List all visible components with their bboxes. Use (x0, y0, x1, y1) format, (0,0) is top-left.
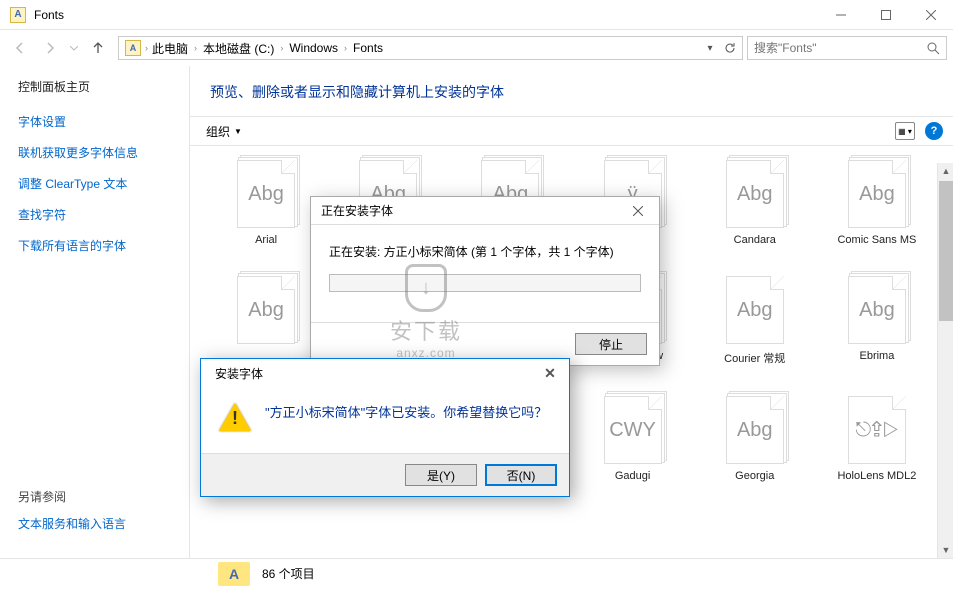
organize-button[interactable]: 组织 ▼ (200, 121, 248, 142)
close-button[interactable] (908, 0, 953, 30)
refresh-button[interactable] (720, 37, 740, 59)
warning-icon: ! (219, 403, 251, 433)
progress-bar (329, 274, 641, 292)
navigation-bar: A › 此电脑 › 本地磁盘 (C:) › Windows › Fonts ▾ (0, 30, 953, 66)
maximize-button[interactable] (863, 0, 908, 30)
font-name-label: Arial (255, 234, 277, 246)
chevron-down-icon: ▼ (234, 127, 242, 136)
sidebar-link-online[interactable]: 联机获取更多字体信息 (18, 144, 171, 161)
font-preview-icon: Abg (848, 160, 906, 228)
address-bar[interactable]: A › 此电脑 › 本地磁盘 (C:) › Windows › Fonts ▾ (118, 36, 743, 60)
status-bar: A 86 个项目 (0, 558, 953, 588)
breadcrumb-item[interactable]: 本地磁盘 (C:) (199, 38, 278, 59)
font-preview-icon: Abg (237, 276, 295, 344)
search-input[interactable] (754, 41, 927, 55)
font-preview-icon: Abg (726, 396, 784, 464)
font-item[interactable]: Abg Ebrima (821, 276, 933, 382)
scroll-up-button[interactable]: ▲ (938, 163, 953, 179)
font-item[interactable]: Abg Comic Sans MS (821, 160, 933, 262)
toolbar: 组织 ▼ ▦ ▾ ? (190, 116, 953, 146)
font-item[interactable]: Abg Candara (699, 160, 811, 262)
font-item[interactable]: Abg Courier 常规 (699, 276, 811, 382)
folder-icon: A (218, 562, 250, 586)
confirm-message: "方正小标宋简体"字体已安装。你希望替换它吗？ (265, 403, 547, 433)
font-item[interactable]: Abg Georgia (699, 396, 811, 502)
chevron-right-icon: › (280, 43, 283, 53)
back-button[interactable] (6, 35, 34, 61)
font-item[interactable]: ⎋⇪▷ HoloLens MDL2 (821, 396, 933, 502)
recent-dropdown[interactable] (66, 35, 82, 61)
font-name-label: Candara (734, 234, 776, 246)
install-progress-dialog: 正在安装字体 正在安装: 方正小标宋简体 (第 1 个字体，共 1 个字体) 停… (310, 196, 660, 366)
sidebar-link-download[interactable]: 下载所有语言的字体 (18, 237, 171, 254)
help-icon[interactable]: ? (925, 122, 943, 140)
dialog-title: 安装字体 (211, 365, 535, 382)
sidebar-link-settings[interactable]: 字体设置 (18, 113, 171, 130)
font-preview-icon: Abg (237, 160, 295, 228)
font-name-label: HoloLens MDL2 (837, 470, 916, 482)
font-name-label: Georgia (735, 470, 774, 482)
breadcrumb-item[interactable]: Windows (285, 39, 342, 57)
stop-button[interactable]: 停止 (575, 333, 647, 355)
window-title: Fonts (34, 8, 818, 22)
search-box[interactable] (747, 36, 947, 60)
window-titlebar: A Fonts (0, 0, 953, 30)
chevron-right-icon: › (194, 43, 197, 53)
font-name-label: Courier 常规 (724, 350, 785, 366)
organize-label: 组织 (206, 123, 230, 140)
scroll-down-button[interactable]: ▼ (938, 542, 953, 558)
scrollbar-thumb[interactable] (939, 181, 953, 321)
sidebar-link-find-char[interactable]: 查找字符 (18, 206, 171, 223)
no-button[interactable]: 否(N) (485, 464, 557, 486)
up-button[interactable] (84, 35, 112, 61)
yes-button[interactable]: 是(Y) (405, 464, 477, 486)
font-item[interactable]: CWY Gadugi (576, 396, 688, 502)
dialog-close-button[interactable]: ✕ (535, 362, 565, 384)
font-name-label: Gadugi (615, 470, 650, 482)
font-preview-icon: Abg (848, 276, 906, 344)
item-count: 86 个项目 (262, 565, 315, 582)
dialog-titlebar[interactable]: 安装字体 ✕ (201, 359, 569, 387)
sidebar-footer-header: 另请参阅 (18, 488, 171, 505)
sidebar-header: 控制面板主页 (18, 78, 171, 95)
confirm-replace-dialog: 安装字体 ✕ ! "方正小标宋简体"字体已安装。你希望替换它吗？ 是(Y) 否(… (200, 358, 570, 497)
page-title: 预览、删除或者显示和隐藏计算机上安装的字体 (210, 82, 933, 102)
breadcrumb-item[interactable]: Fonts (349, 39, 387, 57)
sidebar: 控制面板主页 字体设置 联机获取更多字体信息 调整 ClearType 文本 查… (0, 66, 190, 558)
minimize-button[interactable] (818, 0, 863, 30)
fonts-folder-icon: A (125, 40, 141, 56)
breadcrumb: 此电脑 › 本地磁盘 (C:) › Windows › Fonts (148, 38, 387, 59)
font-name-label: Ebrima (859, 350, 894, 362)
vertical-scrollbar[interactable]: ▲ ▼ (937, 163, 953, 558)
font-preview-icon: Abg (726, 160, 784, 228)
dialog-close-button[interactable] (623, 200, 653, 222)
view-options-button[interactable]: ▦ ▾ (895, 122, 915, 140)
forward-button[interactable] (36, 35, 64, 61)
dialog-title: 正在安装字体 (317, 202, 623, 219)
font-preview-icon: Abg (726, 276, 784, 344)
font-preview-icon: CWY (604, 396, 662, 464)
font-name-label: Comic Sans MS (837, 234, 916, 246)
fonts-app-icon: A (10, 7, 26, 23)
font-item[interactable]: Abg Arial (210, 160, 322, 262)
address-dropdown[interactable]: ▾ (700, 37, 720, 59)
font-preview-icon: ⎋⇪▷ (848, 396, 906, 464)
chevron-right-icon: › (344, 43, 347, 53)
dialog-titlebar[interactable]: 正在安装字体 (311, 197, 659, 225)
sidebar-link-text-services[interactable]: 文本服务和输入语言 (18, 515, 171, 532)
breadcrumb-item[interactable]: 此电脑 (148, 38, 192, 59)
sidebar-link-cleartype[interactable]: 调整 ClearType 文本 (18, 175, 171, 192)
window-controls (818, 0, 953, 30)
progress-message: 正在安装: 方正小标宋简体 (第 1 个字体，共 1 个字体) (329, 243, 641, 260)
search-icon (927, 42, 940, 55)
